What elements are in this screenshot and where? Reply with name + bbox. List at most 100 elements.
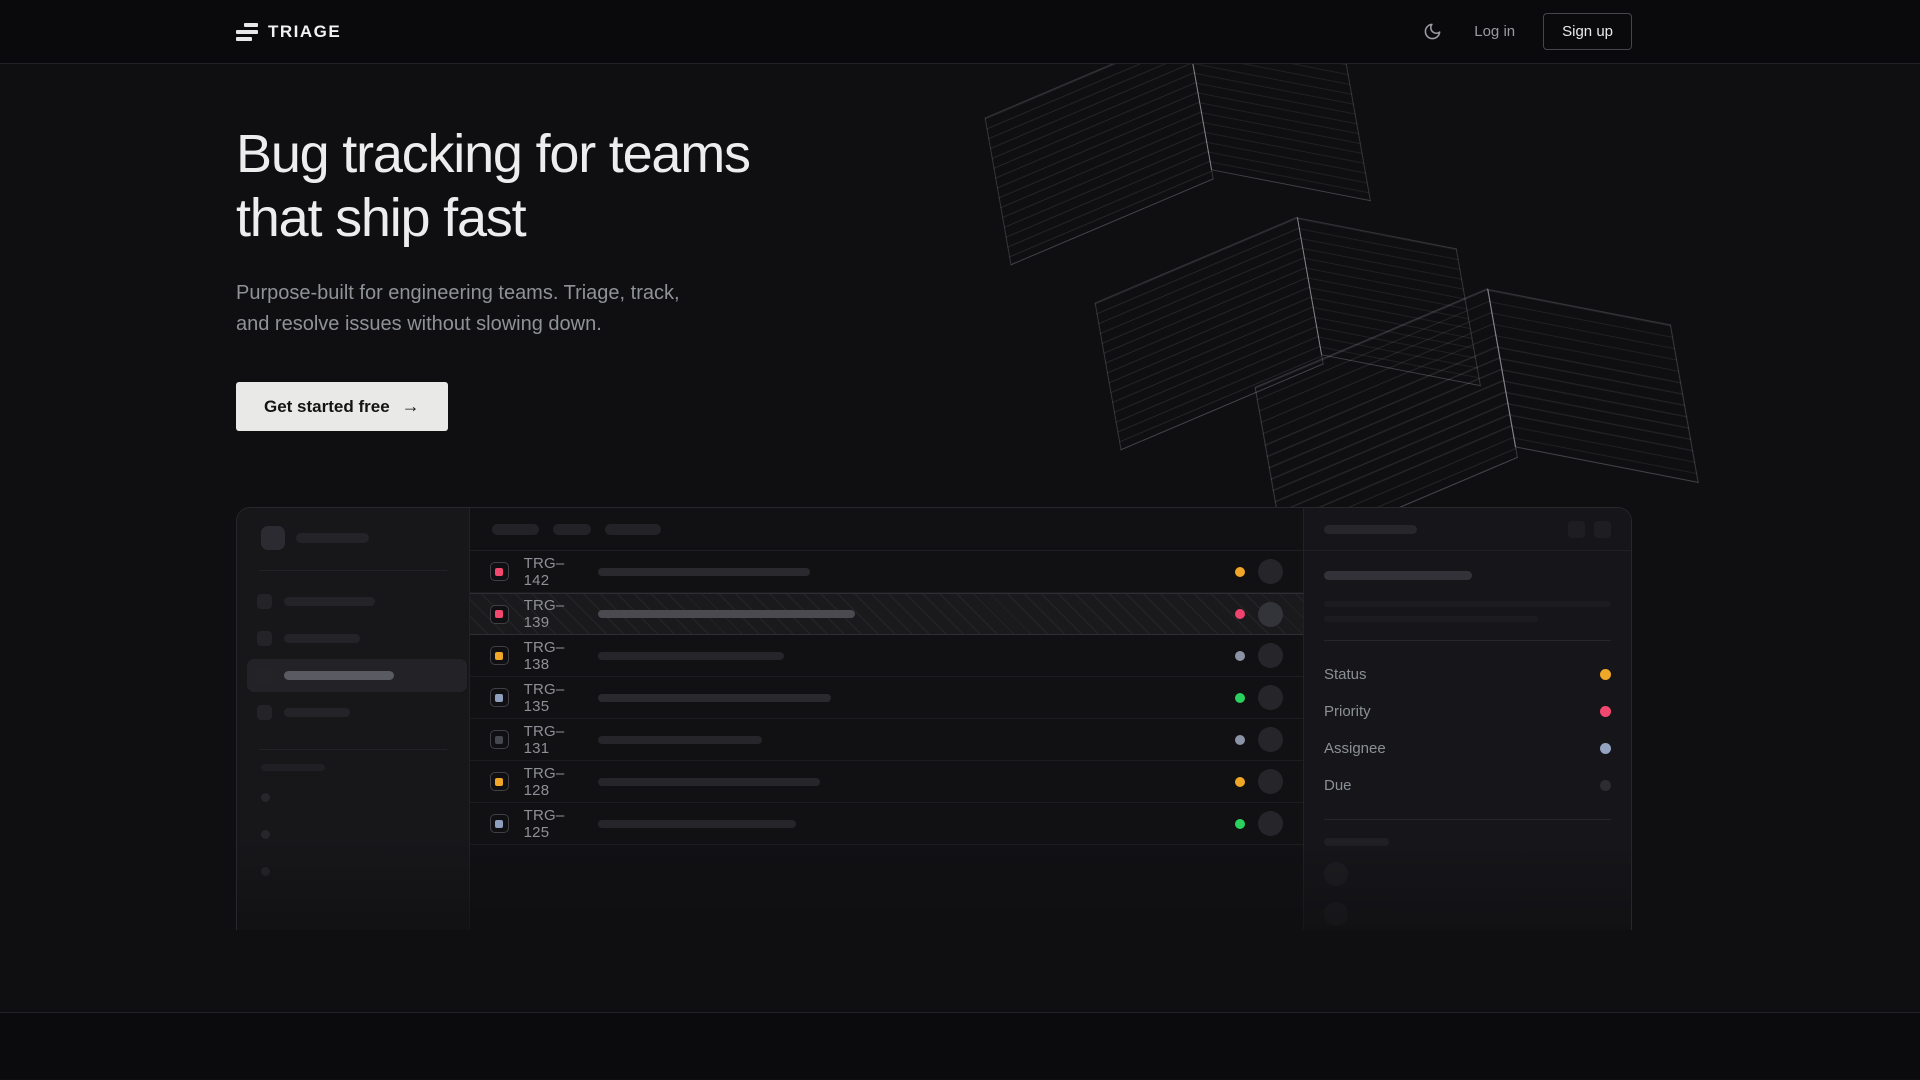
assignee-avatar (1258, 685, 1283, 710)
detail-field-priority: Priority (1324, 696, 1611, 727)
detail-header-skeleton (1324, 525, 1417, 534)
arrow-right-icon: → (402, 396, 420, 417)
issue-id: TRG–142 (524, 555, 586, 589)
issue-row[interactable]: TRG–142 (470, 551, 1303, 593)
issue-row-selected[interactable]: TRG–139 (470, 593, 1303, 635)
login-link[interactable]: Log in (1474, 23, 1515, 40)
issue-id: TRG–138 (524, 639, 586, 673)
detail-body: Status Priority Assignee Due (1304, 551, 1631, 930)
hero-subtitle: Purpose-built for engineering teams. Tri… (236, 278, 716, 340)
detail-text-skeleton (1324, 616, 1538, 622)
status-dot (1235, 735, 1245, 745)
sidebar-item-skeleton (284, 708, 350, 717)
issue-row[interactable]: TRG–131 (470, 719, 1303, 761)
sidebar-item-icon (257, 594, 272, 609)
comments-label-skeleton (1324, 838, 1389, 846)
divider (1324, 640, 1611, 641)
workspace-name-skeleton (296, 533, 369, 543)
assignee-avatar (1258, 769, 1283, 794)
sidebar-item-3-active (247, 659, 467, 692)
issue-title-skeleton (598, 568, 810, 576)
detail-field-assignee: Assignee (1324, 733, 1611, 764)
sidebar-item-skeleton (284, 634, 360, 643)
hero-section: Bug tracking for teams that ship fast Pu… (0, 64, 1920, 1013)
detail-header (1304, 508, 1631, 551)
detail-action-button[interactable] (1594, 521, 1611, 538)
assignee-avatar (1258, 602, 1283, 627)
mockup-detail-panel: Status Priority Assignee Due (1303, 508, 1631, 930)
mockup-workspace-row (261, 526, 455, 550)
assignee-avatar (1258, 811, 1283, 836)
issue-title-skeleton (598, 778, 820, 786)
assignee-avatar (1258, 559, 1283, 584)
sidebar-item-icon (257, 631, 272, 646)
triage-logo-icon (236, 23, 258, 41)
issue-type-icon (490, 772, 509, 791)
status-dot (1235, 651, 1245, 661)
issue-type-icon (490, 646, 509, 665)
field-label: Status (1324, 666, 1367, 683)
assignee-avatar (1258, 643, 1283, 668)
divider (259, 749, 447, 750)
comment-avatar (1324, 862, 1348, 886)
issue-type-icon (490, 814, 509, 833)
list-tab-skeleton (492, 524, 539, 535)
detail-field-status: Status (1324, 659, 1611, 690)
field-label: Assignee (1324, 740, 1386, 757)
comment-avatar (1324, 902, 1348, 926)
brand[interactable]: TRIAGE (236, 22, 341, 42)
get-started-button[interactable]: Get started free → (236, 382, 448, 431)
issue-row[interactable]: TRG–128 (470, 761, 1303, 803)
issue-type-icon (490, 562, 509, 581)
sidebar-item-skeleton (284, 671, 394, 680)
issue-id: TRG–131 (524, 723, 586, 757)
issue-row[interactable]: TRG–125 (470, 803, 1303, 845)
nav-actions: Log in Sign up (1419, 13, 1632, 50)
status-dot (1235, 693, 1245, 703)
divider (1324, 819, 1611, 820)
issue-type-icon (490, 605, 509, 624)
brand-name: TRIAGE (268, 22, 341, 42)
issue-row[interactable]: TRG–135 (470, 677, 1303, 719)
issue-row[interactable]: TRG–138 (470, 635, 1303, 677)
hero-title-line2: that ship fast (236, 188, 525, 248)
issue-id: TRG–128 (524, 765, 586, 799)
signup-button[interactable]: Sign up (1543, 13, 1632, 50)
moon-icon (1423, 22, 1442, 41)
detail-text-skeleton (1324, 601, 1611, 607)
dot (261, 867, 270, 876)
assignee-value-dot (1600, 743, 1611, 754)
sidebar-item-icon (257, 705, 272, 720)
assignee-avatar (1258, 727, 1283, 752)
issue-type-icon (490, 730, 509, 749)
section-label-skeleton (261, 764, 325, 771)
issue-title-skeleton (598, 652, 784, 660)
issue-type-icon (490, 688, 509, 707)
sidebar-item-4 (247, 696, 467, 729)
list-tab-skeleton (605, 524, 661, 535)
issue-title-skeleton (598, 610, 855, 618)
sidebar-item-icon (257, 668, 272, 683)
due-value-dot (1600, 780, 1611, 791)
issue-title-skeleton (598, 736, 762, 744)
issue-id: TRG–125 (524, 807, 586, 841)
issue-id: TRG–139 (524, 597, 586, 631)
theme-toggle-button[interactable] (1419, 18, 1446, 45)
sidebar-item-2 (247, 622, 467, 655)
detail-action-button[interactable] (1568, 521, 1585, 538)
dot (261, 830, 270, 839)
detail-field-due: Due (1324, 770, 1611, 801)
sidebar-dots (261, 793, 455, 876)
detail-title-skeleton (1324, 571, 1472, 580)
issue-title-skeleton (598, 694, 831, 702)
status-dot (1235, 819, 1245, 829)
status-dot (1235, 777, 1245, 787)
mockup-sidebar (237, 508, 470, 930)
list-tab-skeleton (553, 524, 591, 535)
status-dot (1235, 567, 1245, 577)
nav-inner: TRIAGE Log in Sign up (236, 0, 1632, 63)
app-mockup: TRG–142 TRG–139 TRG–138 (236, 507, 1632, 930)
issue-title-skeleton (598, 820, 796, 828)
sidebar-item-1 (247, 585, 467, 618)
dot (261, 793, 270, 802)
